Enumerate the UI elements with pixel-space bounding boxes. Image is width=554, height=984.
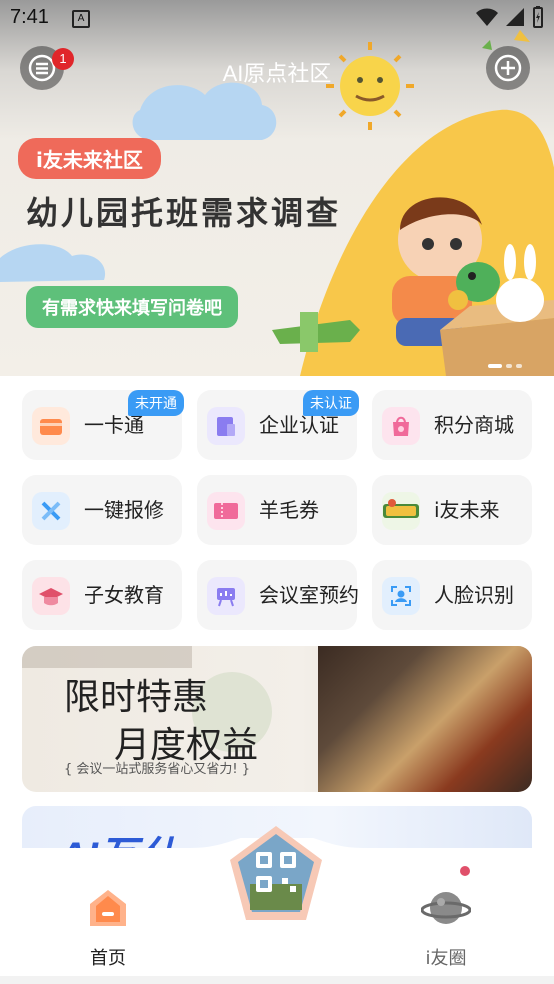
planet-icon <box>421 892 471 924</box>
notification-a-icon: A <box>72 10 90 28</box>
service-coupon[interactable]: 羊毛券 <box>197 475 357 545</box>
promo-title-1: 限时特惠 <box>64 677 209 718</box>
signal-icon <box>506 8 524 26</box>
banner-tag: i友未来社区 <box>18 138 161 179</box>
status-bar: 7:41 A <box>0 0 554 38</box>
battery-icon <box>533 6 543 28</box>
home-icon <box>90 890 126 926</box>
aijia-logo-icon <box>382 492 420 530</box>
meeting-board-icon <box>207 577 245 615</box>
wifi-icon <box>476 8 498 26</box>
service-grid: 一卡通 未开通 企业认证 未认证 积分商城 一键报修 羊毛券 i友未来 子女教育… <box>22 390 532 630</box>
repair-icon <box>32 492 70 530</box>
qr-code-icon <box>230 826 322 920</box>
service-label: 羊毛券 <box>259 498 319 522</box>
scan-qr-button[interactable] <box>226 824 326 924</box>
tab-label: i友圈 <box>425 948 467 969</box>
service-repair[interactable]: 一键报修 <box>22 475 182 545</box>
status-icons <box>476 6 544 28</box>
tab-home[interactable]: 首页 <box>48 878 168 969</box>
carousel-dot <box>506 364 512 368</box>
service-label: 积分商城 <box>434 413 514 437</box>
card-icon <box>32 407 70 445</box>
carousel-dot-active <box>488 364 502 368</box>
service-enterprise-auth[interactable]: 企业认证 未认证 <box>197 390 359 460</box>
service-label: i友未来 <box>434 498 500 522</box>
banner-cta: 有需求快来填写问卷吧 <box>26 286 238 328</box>
service-education[interactable]: 子女教育 <box>22 560 182 630</box>
service-points-mall[interactable]: 积分商城 <box>372 390 532 460</box>
tab-label: 首页 <box>90 948 126 969</box>
service-label: 会议室预约 <box>259 583 359 607</box>
service-face-recognition[interactable]: 人脸识别 <box>372 560 532 630</box>
service-card[interactable]: 一卡通 未开通 <box>22 390 184 460</box>
bottom-tab-bar: 首页 i友圈 <box>0 826 554 984</box>
promo-subtitle: { 会议一站式服务省心又省力! } <box>64 762 251 777</box>
carousel-dot <box>516 364 522 368</box>
status-time: 7:41 <box>10 6 49 28</box>
service-ifuture[interactable]: i友未来 <box>372 475 532 545</box>
service-label: 子女教育 <box>84 583 164 607</box>
carousel-dots <box>488 364 522 368</box>
unread-dot <box>460 866 470 876</box>
status-badge: 未认证 <box>303 390 359 416</box>
promo-banner[interactable]: 限时特惠 月度权益 { 会议一站式服务省心又省力! } <box>22 646 532 792</box>
graduation-cap-icon <box>32 577 70 615</box>
banner-headline: 幼儿园托班需求调查 <box>26 194 342 232</box>
face-scan-icon <box>382 577 420 615</box>
status-badge: 未开通 <box>128 390 184 416</box>
enterprise-icon <box>207 407 245 445</box>
service-label: 一键报修 <box>84 498 164 522</box>
gesture-bar <box>0 976 554 984</box>
shop-bag-icon <box>382 407 420 445</box>
tab-circle[interactable]: i友圈 <box>386 878 506 969</box>
service-label: 人脸识别 <box>434 583 514 607</box>
page-title: AI原点社区 <box>222 61 332 86</box>
top-nav: 1 AI原点社区 <box>0 44 554 94</box>
hero-banner[interactable]: 7:41 A 1 AI原点社区 i友未来社区 幼儿园托班需求调查 有需求快来填写… <box>0 0 554 376</box>
add-button[interactable] <box>486 46 530 90</box>
plus-circle-icon <box>494 54 522 82</box>
food-photo <box>318 646 532 792</box>
service-meeting-room[interactable]: 会议室预约 <box>197 560 359 630</box>
coupon-icon <box>207 492 245 530</box>
